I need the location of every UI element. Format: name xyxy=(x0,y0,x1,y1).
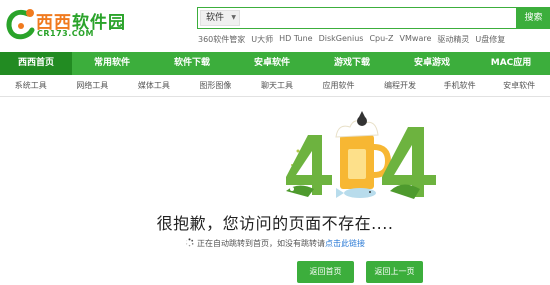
sub-nav-item[interactable]: 系统工具 xyxy=(0,75,62,96)
main-nav: 西西首页 常用软件 软件下载 安卓软件 游戏下载 安卓游戏 MAC应用 xyxy=(0,52,550,75)
back-home-button[interactable]: 返回首页 xyxy=(297,261,354,283)
hot-link[interactable]: U大师 xyxy=(251,34,273,45)
redirect-message: 正在自动跳转到首页，如没有跳转请点击此链接 xyxy=(0,238,550,249)
digit-four-right xyxy=(382,127,436,199)
search-category-label: 软件 xyxy=(206,13,225,23)
error-title: 很抱歉，您访问的页面不存在.... xyxy=(156,214,394,233)
main-nav-item[interactable]: 安卓游戏 xyxy=(392,52,472,75)
main-nav-item[interactable]: 游戏下载 xyxy=(312,52,392,75)
hot-links: 360软件管家 U大师 HD Tune DiskGenius Cpu-Z VMw… xyxy=(198,34,511,45)
redirect-text: 正在自动跳转到首页，如没有跳转请 xyxy=(197,239,325,248)
header: 西西软件园 CR173.COM 软件 ▼ 搜索 360软件管家 U大师 HD T… xyxy=(0,0,550,50)
site-logo[interactable]: 西西软件园 CR173.COM xyxy=(4,6,154,42)
hot-link[interactable]: Cpu-Z xyxy=(369,34,393,45)
hot-link[interactable]: VMware xyxy=(400,34,432,45)
redirect-link[interactable]: 点击此链接 xyxy=(325,239,365,248)
hot-link[interactable]: U盘修复 xyxy=(475,34,505,45)
sub-nav-item[interactable]: 手机软件 xyxy=(431,75,489,96)
search-input[interactable] xyxy=(244,10,512,26)
search-button[interactable]: 搜索 xyxy=(517,7,550,29)
error-404-illustration xyxy=(286,111,436,199)
chevron-down-icon: ▼ xyxy=(231,14,236,21)
fish-decoration xyxy=(336,188,376,198)
hot-link[interactable]: 驱动精灵 xyxy=(437,34,469,45)
digit-four-left xyxy=(286,135,332,197)
sub-nav-item[interactable]: 聊天工具 xyxy=(246,75,308,96)
main-nav-home[interactable]: 西西首页 xyxy=(0,52,72,75)
main-nav-item[interactable]: MAC应用 xyxy=(472,52,550,75)
sub-nav-item[interactable]: 媒体工具 xyxy=(123,75,185,96)
go-back-button[interactable]: 返回上一页 xyxy=(366,261,423,283)
sub-nav-item[interactable]: 安卓软件 xyxy=(488,75,550,96)
sub-nav-item[interactable]: 编程开发 xyxy=(369,75,431,96)
hot-link[interactable]: DiskGenius xyxy=(319,34,364,45)
logo-url: CR173.COM xyxy=(37,29,94,38)
main-nav-item[interactable]: 常用软件 xyxy=(72,52,152,75)
logo-mark-icon xyxy=(6,9,35,40)
loading-spinner-icon xyxy=(185,238,194,247)
sub-nav: 系统工具 网络工具 媒体工具 图形图像 聊天工具 应用软件 编程开发 手机软件 … xyxy=(0,75,550,97)
hot-link[interactable]: HD Tune xyxy=(279,34,312,45)
main-nav-item[interactable]: 安卓软件 xyxy=(232,52,312,75)
search-category-select[interactable]: 软件 ▼ xyxy=(200,10,240,26)
sub-nav-item[interactable]: 图形图像 xyxy=(185,75,247,96)
beer-mug-icon xyxy=(335,111,392,189)
main-nav-item[interactable]: 软件下载 xyxy=(152,52,232,75)
search-box: 软件 ▼ xyxy=(197,7,517,29)
hot-link[interactable]: 360软件管家 xyxy=(198,34,245,45)
sub-nav-item[interactable]: 应用软件 xyxy=(308,75,370,96)
sub-nav-item[interactable]: 网络工具 xyxy=(62,75,124,96)
